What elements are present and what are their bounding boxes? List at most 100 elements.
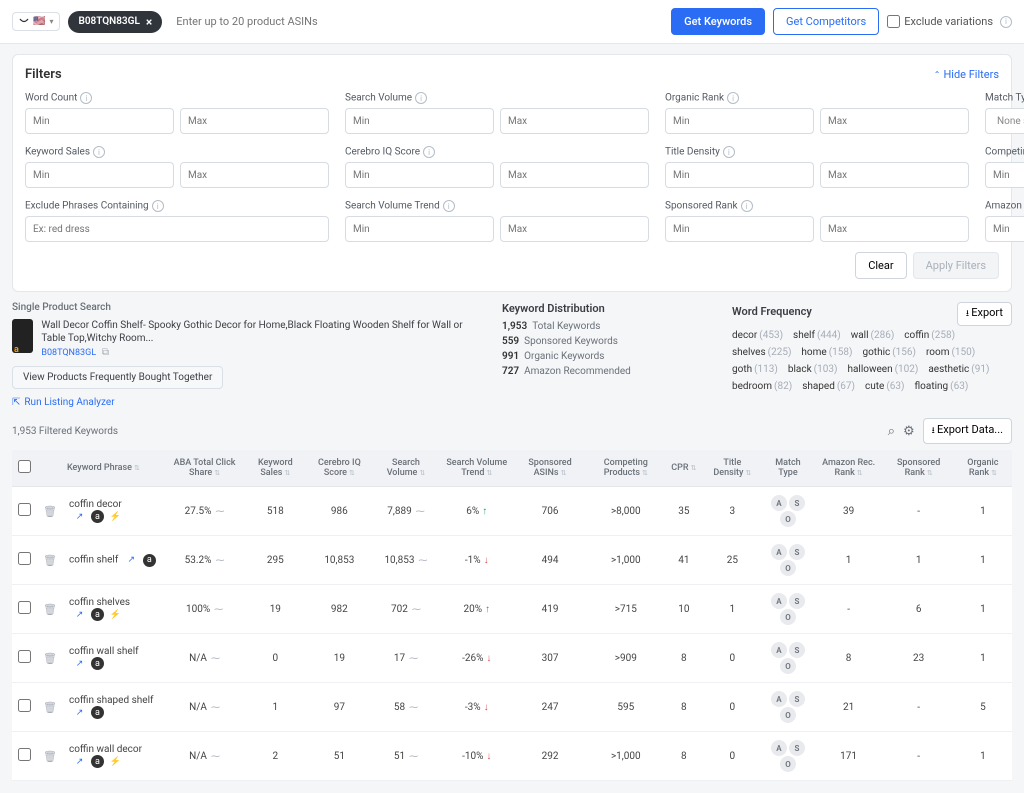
chart-icon[interactable]: ⁓: [409, 703, 418, 713]
export-word-freq-button[interactable]: ⭳ Export: [957, 302, 1012, 326]
word-freq-tag[interactable]: floating(63): [915, 381, 969, 392]
export-data-button[interactable]: ⭳ Export Data...: [923, 418, 1012, 444]
col-keyword[interactable]: Keyword Phrase⇅: [63, 450, 165, 487]
row-checkbox[interactable]: [18, 601, 31, 614]
organic-rank-max[interactable]: [820, 108, 969, 134]
row-checkbox[interactable]: [18, 552, 31, 565]
amazon-icon[interactable]: a: [91, 608, 104, 621]
search-icon[interactable]: ⌕: [888, 424, 895, 439]
delete-row-icon[interactable]: 🗑: [43, 554, 57, 567]
delete-row-icon[interactable]: 🗑: [43, 505, 57, 518]
apply-filters-button[interactable]: Apply Filters: [913, 252, 999, 279]
chart-icon[interactable]: ⁓: [412, 605, 421, 615]
title-density-min[interactable]: [665, 162, 814, 188]
chart-icon[interactable]: ⁓: [214, 605, 223, 615]
chart-icon[interactable]: ⁓: [215, 556, 224, 566]
chart-icon[interactable]: ⁓: [409, 752, 418, 762]
col-cpr[interactable]: CPR⇅: [665, 450, 702, 487]
word-freq-tag[interactable]: goth(113): [732, 364, 778, 375]
row-checkbox[interactable]: [18, 748, 31, 761]
chart-icon[interactable]: ⁓: [211, 752, 220, 762]
col-arr[interactable]: Amazon Rec. Rank⇅: [814, 450, 884, 487]
word-freq-tag[interactable]: shelves(225): [732, 347, 791, 358]
search-volume-max[interactable]: [500, 108, 649, 134]
gear-icon[interactable]: ⚙: [903, 424, 915, 439]
col-iq[interactable]: Cerebro IQ Score⇅: [307, 450, 373, 487]
external-link-icon[interactable]: ↗: [73, 510, 86, 523]
view-bought-together-button[interactable]: View Products Frequently Bought Together: [12, 366, 223, 389]
sponsored-rank-min[interactable]: [665, 216, 814, 242]
word-freq-tag[interactable]: shaped(67): [802, 381, 855, 392]
external-link-icon[interactable]: ↗: [73, 755, 86, 768]
word-freq-tag[interactable]: shelf(444): [793, 330, 841, 341]
select-all-checkbox[interactable]: [18, 460, 31, 473]
col-sv[interactable]: Search Volume⇅: [372, 450, 440, 487]
sv-trend-max[interactable]: [500, 216, 649, 242]
external-link-icon[interactable]: ↗: [73, 657, 86, 670]
search-volume-min[interactable]: [345, 108, 494, 134]
cerebro-iq-max[interactable]: [500, 162, 649, 188]
col-aba[interactable]: ABA Total Click Share⇅: [165, 450, 244, 487]
row-checkbox[interactable]: [18, 699, 31, 712]
amazon-icon[interactable]: a: [91, 510, 104, 523]
copy-icon[interactable]: ⧉: [102, 347, 109, 358]
asin-input[interactable]: [170, 9, 663, 34]
keyword-sales-min[interactable]: [25, 162, 174, 188]
delete-row-icon[interactable]: 🗑: [43, 603, 57, 616]
col-mt[interactable]: Match Type: [762, 450, 813, 487]
asin-pill-close[interactable]: ×: [146, 15, 152, 29]
chart-icon[interactable]: ⁓: [211, 703, 220, 713]
word-count-max[interactable]: [180, 108, 329, 134]
external-link-icon[interactable]: ↗: [125, 554, 138, 567]
exclude-phrases-input[interactable]: [25, 216, 329, 242]
external-link-icon[interactable]: ↗: [73, 608, 86, 621]
word-freq-tag[interactable]: home(158): [801, 347, 852, 358]
chart-icon[interactable]: ⁓: [416, 507, 425, 517]
col-ks[interactable]: Keyword Sales⇅: [244, 450, 306, 487]
chart-icon[interactable]: ⁓: [215, 507, 224, 517]
word-freq-tag[interactable]: cute(63): [865, 381, 904, 392]
row-checkbox[interactable]: [18, 650, 31, 663]
word-freq-tag[interactable]: aesthetic(91): [928, 364, 989, 375]
col-svt[interactable]: Search Volume Trend⇅: [440, 450, 514, 487]
external-link-icon[interactable]: ↗: [73, 706, 86, 719]
chart-icon[interactable]: ⁓: [409, 654, 418, 664]
get-competitors-button[interactable]: Get Competitors: [773, 8, 879, 35]
col-cp[interactable]: Competing Products⇅: [586, 450, 665, 487]
chart-icon[interactable]: ⁓: [419, 556, 428, 566]
word-freq-tag[interactable]: black(103): [788, 364, 838, 375]
title-density-max[interactable]: [820, 162, 969, 188]
competing-products-min[interactable]: [985, 162, 1024, 188]
sv-trend-min[interactable]: [345, 216, 494, 242]
marketplace-selector[interactable]: 🇺🇸 ▾: [12, 12, 60, 31]
delete-row-icon[interactable]: 🗑: [43, 652, 57, 665]
hide-filters-link[interactable]: ⌃Hide Filters: [934, 68, 999, 81]
amazon-icon[interactable]: a: [91, 755, 104, 768]
word-freq-tag[interactable]: gothic(156): [862, 347, 916, 358]
sponsored-rank-max[interactable]: [820, 216, 969, 242]
chart-icon[interactable]: ⁓: [211, 654, 220, 664]
word-count-min[interactable]: [25, 108, 174, 134]
word-freq-tag[interactable]: bedroom(82): [732, 381, 792, 392]
word-freq-tag[interactable]: halloween(102): [847, 364, 918, 375]
col-td[interactable]: Title Density⇅: [702, 450, 762, 487]
col-sr[interactable]: Sponsored Rank⇅: [884, 450, 954, 487]
exclude-variations-toggle[interactable]: Exclude variations i: [887, 15, 1012, 28]
col-or[interactable]: Organic Rank⇅: [954, 450, 1012, 487]
amazon-icon[interactable]: a: [143, 554, 156, 567]
clear-filters-button[interactable]: Clear: [855, 252, 906, 279]
word-freq-tag[interactable]: room(150): [926, 347, 975, 358]
amazon-rec-rank-min[interactable]: [985, 216, 1024, 242]
word-freq-tag[interactable]: decor(453): [732, 330, 783, 341]
col-sa[interactable]: Sponsored ASINs⇅: [514, 450, 587, 487]
cerebro-iq-min[interactable]: [345, 162, 494, 188]
get-keywords-button[interactable]: Get Keywords: [671, 8, 765, 35]
delete-row-icon[interactable]: 🗑: [43, 701, 57, 714]
run-listing-analyzer-link[interactable]: ⇱ Run Listing Analyzer: [12, 397, 482, 408]
organic-rank-min[interactable]: [665, 108, 814, 134]
keyword-sales-max[interactable]: [180, 162, 329, 188]
asin-pill[interactable]: B08TQN83GL ×: [68, 11, 162, 33]
word-freq-tag[interactable]: coffin(258): [904, 330, 955, 341]
exclude-variations-checkbox[interactable]: [887, 15, 900, 28]
amazon-icon[interactable]: a: [91, 706, 104, 719]
